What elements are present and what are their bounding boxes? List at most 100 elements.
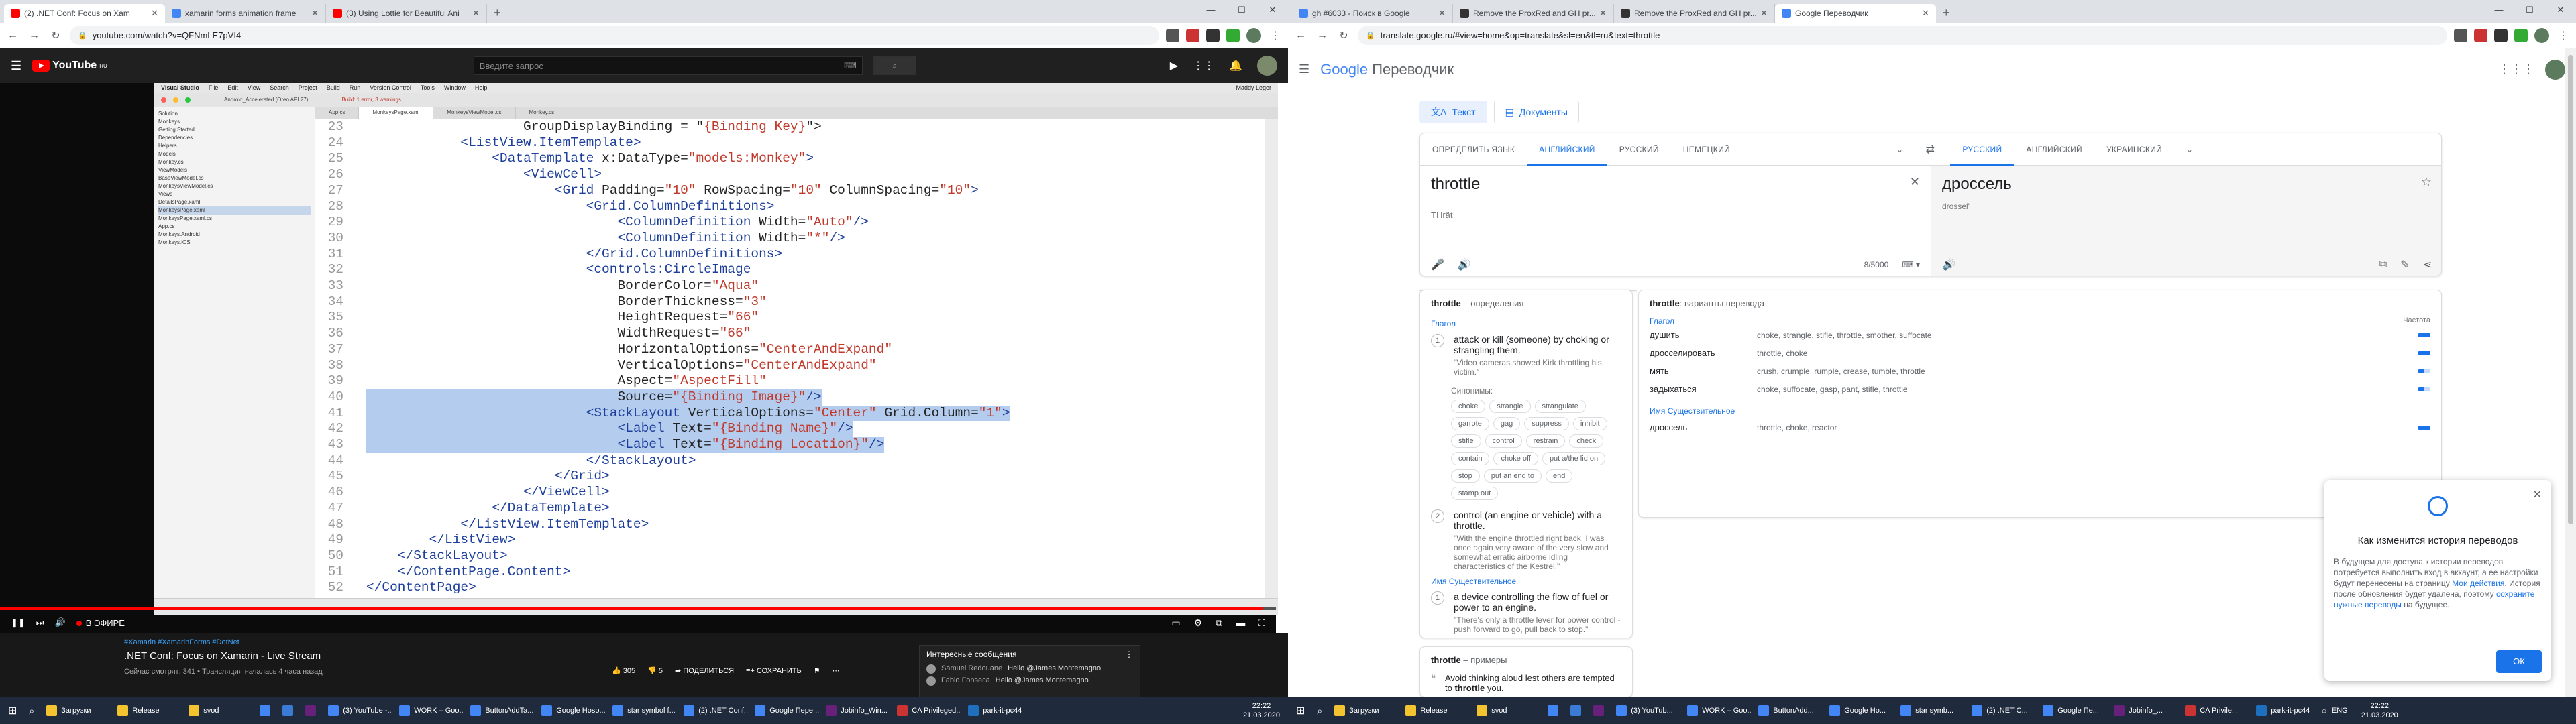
extension-icon[interactable] [2514, 28, 2528, 42]
synonym-chip[interactable]: strangulate [1534, 400, 1586, 413]
tab-close-icon[interactable]: ✕ [1599, 8, 1607, 19]
extension-icon[interactable] [1206, 28, 1220, 42]
new-tab-button[interactable]: + [1936, 4, 1957, 23]
taskbar-item[interactable] [300, 699, 321, 723]
source-lang-tab[interactable]: ОПРЕДЕЛИТЬ ЯЗЫК [1420, 133, 1527, 166]
browser-tab[interactable]: gh #6033 - Поиск в Google ✕ [1292, 4, 1453, 23]
listen-source-icon[interactable]: 🔊 [1458, 258, 1471, 272]
extension-icon[interactable] [1186, 28, 1199, 42]
target-lang-tab[interactable]: УКРАИНСКИЙ [2094, 133, 2174, 166]
google-apps-icon[interactable]: ⋮⋮⋮ [2498, 62, 2534, 76]
tab-close-icon[interactable]: ✕ [472, 8, 480, 19]
synonym-chip[interactable]: check [1569, 434, 1604, 448]
more-options-icon[interactable]: ⋯ [833, 666, 840, 675]
source-lang-tab[interactable]: РУССКИЙ [1607, 133, 1671, 166]
taskbar-item[interactable]: Release [1400, 699, 1470, 723]
browser-tab[interactable]: Google Переводчик ✕ [1775, 4, 1936, 23]
taskbar-item[interactable]: star symbol f... [607, 699, 677, 723]
source-lang-tab[interactable]: АНГЛИЙСКИЙ [1527, 133, 1607, 166]
live-badge[interactable]: В ЭФИРЕ [76, 618, 125, 628]
mode-documents-button[interactable]: ▤ Документы [1493, 101, 1579, 123]
back-icon[interactable]: ← [5, 29, 20, 42]
star-icon[interactable]: ☆ [2421, 175, 2432, 189]
menu-dots-icon[interactable]: ⋮ [2556, 29, 2571, 42]
search-icon[interactable]: ⌕ [873, 56, 916, 75]
target-lang-tab[interactable]: АНГЛИЙСКИЙ [2014, 133, 2094, 166]
synonym-chip[interactable]: choke [1451, 400, 1486, 413]
taskbar-item[interactable]: (3) YouTub... [1611, 699, 1680, 723]
browser-tab[interactable]: (3) Using Lottie for Beautiful Ani ✕ [326, 4, 487, 23]
fullscreen-icon[interactable]: ⛶ [1258, 617, 1265, 629]
taskbar-item[interactable]: Release [112, 699, 182, 723]
taskbar-search-icon[interactable]: ⌕ [1311, 699, 1328, 723]
apps-icon[interactable]: ⋮⋮ [1193, 59, 1214, 72]
subtitles-icon[interactable]: ▭ [1171, 617, 1180, 629]
taskbar-item[interactable]: (3) YouTube -... [323, 699, 392, 723]
minimize-icon[interactable]: — [1195, 0, 1226, 20]
tab-close-icon[interactable]: ✕ [151, 8, 158, 19]
tab-close-icon[interactable]: ✕ [311, 8, 319, 19]
close-window-icon[interactable]: ✕ [1257, 0, 1288, 20]
synonym-chip[interactable]: choke off [1493, 452, 1538, 465]
variant-word[interactable]: задыхаться [1650, 384, 1757, 394]
synonym-chip[interactable]: suppress [1524, 417, 1569, 430]
back-icon[interactable]: ← [1293, 29, 1308, 42]
synonym-chip[interactable]: garrote [1451, 417, 1489, 430]
synonym-chip[interactable]: put a/the lid on [1542, 452, 1606, 465]
next-icon[interactable]: ⏭ [36, 617, 44, 628]
create-video-icon[interactable]: ▶ [1170, 59, 1178, 72]
taskbar-item[interactable]: Google Пере... [749, 699, 819, 723]
taskbar-item[interactable]: Загрузки [1329, 699, 1399, 723]
miniplayer-icon[interactable]: ⧉ [1216, 617, 1222, 629]
taskbar-item[interactable] [1588, 699, 1609, 723]
dislike-button[interactable]: 👎 5 [647, 666, 663, 675]
variant-word[interactable]: мять [1650, 366, 1757, 376]
windows-start-icon[interactable]: ⊞ [1291, 699, 1310, 723]
synonym-chip[interactable]: contain [1451, 452, 1490, 465]
mode-text-button[interactable]: 文A Текст [1419, 101, 1487, 123]
page-scrollbar[interactable] [2565, 48, 2576, 697]
extension-icon[interactable] [2494, 28, 2508, 42]
taskbar-item[interactable] [254, 699, 276, 723]
more-source-langs-icon[interactable]: ⌄ [1890, 133, 1910, 166]
url-input[interactable]: 🔒 translate.google.ru/#view=home&op=tran… [1358, 25, 2447, 45]
taskbar-item[interactable]: Jobinfo_... [2108, 699, 2178, 723]
taskbar-item[interactable] [277, 699, 299, 723]
report-flag-icon[interactable]: ⚑ [814, 666, 820, 675]
taskbar-item[interactable]: park-it-pc44 [963, 699, 1032, 723]
browser-tab[interactable]: xamarin forms animation frame ✕ [165, 4, 326, 23]
taskbar-item[interactable]: star symb... [1895, 699, 1965, 723]
notifications-bell-icon[interactable]: 🔔 [1229, 59, 1242, 72]
taskbar-item[interactable]: Google Hoso... [536, 699, 606, 723]
avatar[interactable] [2545, 59, 2565, 80]
scrollbar-thumb[interactable] [2568, 55, 2573, 524]
swap-languages-icon[interactable]: ⇄ [1910, 143, 1950, 156]
menu-dots-icon[interactable]: ⋮ [1268, 29, 1283, 42]
target-lang-tab[interactable]: РУССКИЙ [1950, 133, 2015, 166]
tab-close-icon[interactable]: ✕ [1922, 8, 1929, 19]
synonym-chip[interactable]: restrain [1525, 434, 1566, 448]
variant-word[interactable]: дросселировать [1650, 348, 1757, 358]
chat-title[interactable]: Интересные сообщения [926, 650, 1017, 659]
taskbar-item[interactable]: svod [183, 699, 253, 723]
pause-icon[interactable]: ❚❚ [11, 617, 25, 628]
taskbar-item[interactable]: ButtonAddTa... [465, 699, 535, 723]
taskbar-item[interactable]: (2) .NET C... [1966, 699, 2036, 723]
taskbar-item[interactable]: CA Privileged... [892, 699, 961, 723]
keyboard-icon[interactable]: ⌨ ▾ [1902, 260, 1920, 269]
extension-icon[interactable] [2474, 28, 2487, 42]
taskbar-item[interactable]: park-it-pc44 [2251, 699, 2320, 723]
avatar[interactable] [1257, 56, 1277, 76]
close-icon[interactable]: ✕ [2533, 488, 2542, 501]
forward-icon[interactable]: → [27, 29, 42, 42]
settings-gear-icon[interactable]: ⚙ [1194, 617, 1203, 629]
taskbar-clock[interactable]: 22:22 21.03.2020 [2356, 701, 2404, 720]
hamburger-icon[interactable]: ☰ [11, 59, 21, 73]
synonym-chip[interactable]: inhibit [1572, 417, 1607, 430]
network-icon[interactable]: ⌂ [2322, 707, 2326, 715]
microphone-icon[interactable]: 🎤 [1431, 258, 1444, 272]
save-button[interactable]: ≡+ СОХРАНИТЬ [746, 667, 802, 675]
taskbar-item[interactable]: WORK – Goo... [1682, 699, 1752, 723]
browser-tab[interactable]: (2) .NET Conf: Focus on Xam ✕ [4, 4, 165, 23]
copy-icon[interactable]: ⧉ [2379, 259, 2387, 271]
